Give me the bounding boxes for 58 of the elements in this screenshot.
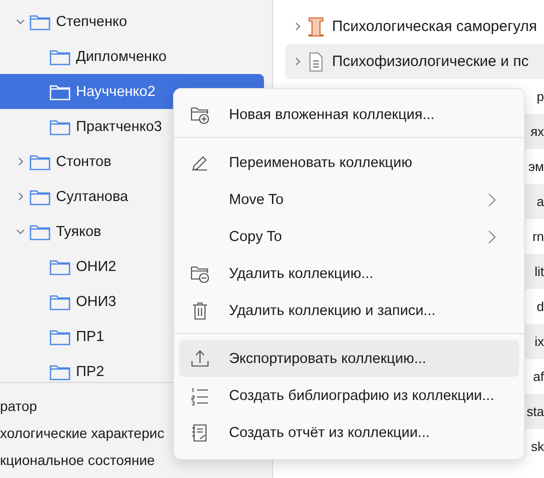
collection-name: ОНИ3: [76, 294, 116, 310]
menu-item[interactable]: Удалить коллекцию и записи...: [179, 292, 519, 329]
collection-name: Степченко: [56, 14, 128, 30]
tree-row[interactable]: Дипломченко: [0, 39, 264, 74]
lectern-icon: [308, 16, 324, 36]
menu-item[interactable]: Переименовать коллекцию: [179, 144, 519, 181]
chevron-icon: [487, 192, 497, 206]
collection-name: ПР1: [76, 328, 104, 344]
folder-icon: [49, 362, 71, 380]
chevron-icon[interactable]: [16, 17, 24, 26]
chevron-icon: [487, 230, 497, 244]
folder-minus-icon: [190, 264, 210, 284]
item-title: lit: [534, 264, 544, 279]
item-row[interactable]: Психофизиологические и пс: [285, 44, 544, 79]
folder-icon: [49, 48, 71, 66]
collection-name: Туяков: [56, 224, 102, 240]
item-title: rn: [532, 229, 544, 244]
collection-name: Дипломченко: [76, 48, 167, 64]
folder-icon: [49, 328, 71, 346]
collection-name: Султанова: [56, 188, 128, 204]
tree-row[interactable]: Степченко: [0, 4, 264, 39]
folder-icon: [29, 152, 51, 170]
item-title: ях: [530, 124, 544, 139]
collection-name: ОНИ2: [76, 258, 116, 274]
folder-icon: [49, 118, 71, 136]
item-title: Психофизиологические и пс: [332, 53, 529, 70]
chevron-icon[interactable]: [16, 192, 24, 201]
menu-item[interactable]: Удалить коллекцию...: [179, 255, 519, 292]
item-title: р: [536, 89, 544, 104]
chevron-icon[interactable]: [293, 22, 302, 31]
upload-icon: [190, 348, 210, 368]
chevron-icon[interactable]: [16, 227, 24, 236]
document-icon: [308, 52, 324, 72]
collection-name: Стонтов: [56, 154, 112, 170]
folder-icon: [29, 188, 51, 206]
collection-name: Практченко3: [76, 118, 162, 134]
menu-item[interactable]: Экспортировать коллекцию...: [179, 340, 519, 377]
folder-plus-icon: [190, 104, 210, 124]
folder-icon: [29, 222, 51, 240]
item-title: ix: [534, 334, 544, 349]
folder-icon: [49, 292, 71, 310]
item-title: a: [536, 194, 544, 209]
folder-icon: [49, 258, 71, 276]
numbered-list-icon: [190, 386, 210, 406]
folder-icon: [29, 12, 51, 30]
menu-item[interactable]: Copy To: [179, 218, 519, 255]
item-title: Психологическая саморегуля: [332, 18, 537, 35]
collection-name: Научченко2: [76, 84, 156, 100]
item-row[interactable]: Психологическая саморегуля: [285, 9, 544, 44]
item-title: sta: [526, 404, 544, 419]
chevron-icon[interactable]: [293, 57, 302, 66]
menu-item[interactable]: Создать библиографию из коллекции...: [179, 377, 519, 414]
chevron-icon[interactable]: [16, 157, 24, 166]
trash-icon: [190, 300, 210, 320]
menu-item[interactable]: Создать отчёт из коллекции...: [179, 414, 519, 451]
collection-name: ПР2: [76, 364, 104, 380]
menu-item[interactable]: Move To: [179, 181, 519, 218]
folder-icon: [49, 82, 71, 100]
